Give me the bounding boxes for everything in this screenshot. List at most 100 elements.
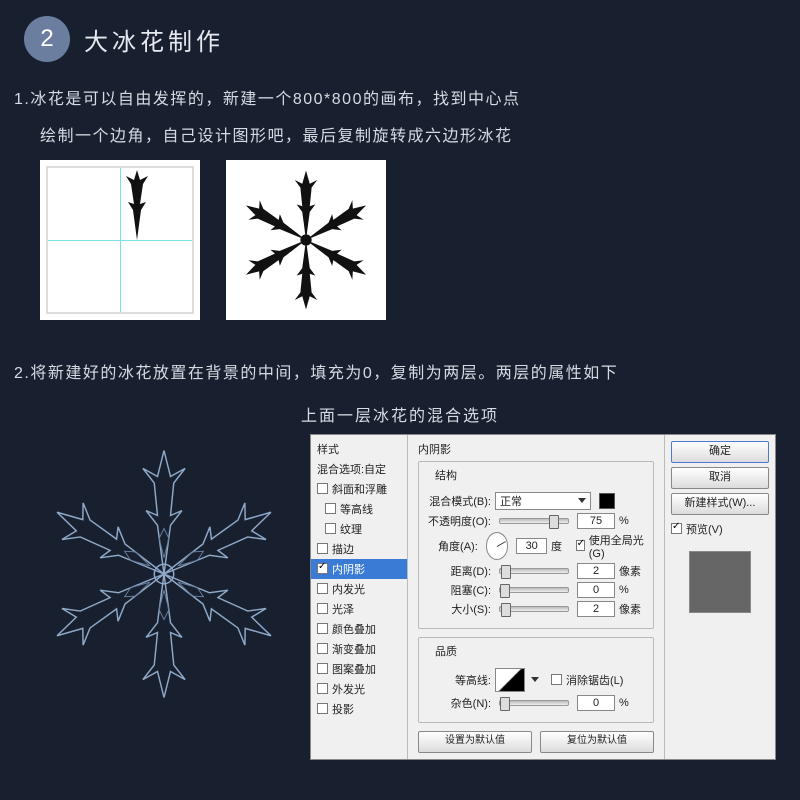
style-checkbox[interactable] [317, 603, 328, 614]
angle-value[interactable]: 30 [516, 538, 547, 554]
global-light-label: 使用全局光(G) [589, 532, 645, 560]
style-item-光泽[interactable]: 光泽 [311, 599, 407, 619]
blend-mode-combo[interactable]: 正常 [495, 492, 591, 510]
noise-slider[interactable] [499, 700, 569, 706]
blend-mode-value: 正常 [500, 493, 522, 509]
distance-value[interactable]: 2 [577, 563, 615, 579]
contour-swatch[interactable] [495, 668, 525, 692]
style-item-label: 描边 [332, 541, 354, 557]
blend-options-row[interactable]: 混合选项:自定 [311, 459, 407, 479]
style-checkbox[interactable] [317, 683, 328, 694]
opacity-label: 不透明度(O): [427, 513, 491, 529]
make-default-button[interactable]: 设置为默认值 [418, 731, 532, 753]
style-item-label: 纹理 [340, 521, 362, 537]
rendered-snowflake-preview [24, 434, 304, 714]
style-checkbox[interactable] [317, 663, 328, 674]
style-item-图案叠加[interactable]: 图案叠加 [311, 659, 407, 679]
size-slider[interactable] [499, 606, 569, 612]
preview-swatch [689, 551, 751, 613]
structure-group-title: 结构 [431, 467, 461, 483]
color-swatch[interactable] [599, 493, 615, 509]
preview-label: 预览(V) [686, 521, 723, 537]
style-checkbox[interactable] [325, 523, 336, 534]
chevron-down-icon[interactable] [531, 677, 539, 682]
style-item-label: 内发光 [332, 581, 365, 597]
distance-unit: 像素 [619, 563, 645, 579]
style-item-内发光[interactable]: 内发光 [311, 579, 407, 599]
paragraph-2: 2.将新建好的冰花放置在背景的中间，填充为0，复制为两层。两层的属性如下 [14, 360, 776, 387]
size-value[interactable]: 2 [577, 601, 615, 617]
style-item-颜色叠加[interactable]: 颜色叠加 [311, 619, 407, 639]
style-item-内阴影[interactable]: 内阴影 [311, 559, 407, 579]
style-item-label: 等高线 [340, 501, 373, 517]
snowflake-single-arm [120, 170, 154, 240]
style-item-label: 渐变叠加 [332, 641, 376, 657]
style-item-描边[interactable]: 描边 [311, 539, 407, 559]
thumbnail-snowflake-full [226, 160, 386, 320]
angle-dial[interactable] [486, 532, 509, 560]
style-item-label: 图案叠加 [332, 661, 376, 677]
opacity-unit: % [619, 515, 645, 527]
style-item-等高线[interactable]: 等高线 [311, 499, 407, 519]
style-item-外发光[interactable]: 外发光 [311, 679, 407, 699]
style-item-label: 内阴影 [332, 561, 365, 577]
size-unit: 像素 [619, 601, 645, 617]
opacity-value[interactable]: 75 [577, 513, 615, 529]
cancel-button[interactable]: 取消 [671, 467, 769, 489]
size-label: 大小(S): [427, 601, 491, 617]
snowflake-black-icon [231, 165, 381, 315]
paragraph-1-line-2: 绘制一个边角，自己设计图形吧，最后复制旋转成六边形冰花 [40, 123, 776, 150]
style-checkbox[interactable] [317, 563, 328, 574]
style-item-label: 投影 [332, 701, 354, 717]
quality-group-title: 品质 [431, 643, 461, 659]
section-title: 大冰花制作 [84, 22, 224, 57]
choke-label: 阻塞(C): [427, 582, 491, 598]
angle-unit: 度 [551, 538, 572, 554]
antialias-checkbox[interactable] [551, 674, 562, 685]
style-item-label: 外发光 [332, 681, 365, 697]
noise-unit: % [619, 697, 645, 709]
styles-header: 样式 [311, 439, 407, 459]
panel-title: 内阴影 [418, 441, 654, 457]
distance-slider[interactable] [499, 568, 569, 574]
caption-blend-options: 上面一层冰花的混合选项 [24, 402, 776, 426]
dialog-actions-panel: 确定 取消 新建样式(W)... 预览(V) [664, 435, 775, 759]
style-item-label: 光泽 [332, 601, 354, 617]
step-badge: 2 [24, 16, 70, 62]
angle-label: 角度(A): [427, 538, 478, 554]
chevron-down-icon [578, 498, 586, 503]
style-checkbox[interactable] [317, 703, 328, 714]
contour-label: 等高线: [427, 672, 491, 688]
reset-default-button[interactable]: 复位为默认值 [540, 731, 654, 753]
new-style-button[interactable]: 新建样式(W)... [671, 493, 769, 515]
antialias-label: 消除锯齿(L) [566, 672, 623, 688]
layer-style-dialog: 样式 混合选项:自定 斜面和浮雕等高线纹理描边内阴影内发光光泽颜色叠加渐变叠加图… [310, 434, 776, 760]
style-item-label: 斜面和浮雕 [332, 481, 387, 497]
global-light-checkbox[interactable] [576, 540, 585, 551]
style-checkbox[interactable] [317, 483, 328, 494]
style-checkbox[interactable] [317, 623, 328, 634]
style-checkbox[interactable] [325, 503, 336, 514]
opacity-slider[interactable] [499, 518, 569, 524]
paragraph-1-line-1: 1.冰花是可以自由发挥的，新建一个800*800的画布，找到中心点 [14, 86, 776, 113]
style-list-panel: 样式 混合选项:自定 斜面和浮雕等高线纹理描边内阴影内发光光泽颜色叠加渐变叠加图… [311, 435, 408, 759]
style-item-投影[interactable]: 投影 [311, 699, 407, 719]
style-item-纹理[interactable]: 纹理 [311, 519, 407, 539]
ok-button[interactable]: 确定 [671, 441, 769, 463]
thumbnail-canvas-guides [40, 160, 200, 320]
style-checkbox[interactable] [317, 583, 328, 594]
choke-unit: % [619, 584, 645, 596]
style-item-渐变叠加[interactable]: 渐变叠加 [311, 639, 407, 659]
style-item-label: 颜色叠加 [332, 621, 376, 637]
choke-slider[interactable] [499, 587, 569, 593]
style-item-斜面和浮雕[interactable]: 斜面和浮雕 [311, 479, 407, 499]
distance-label: 距离(D): [427, 563, 491, 579]
settings-panel: 内阴影 结构 混合模式(B): 正常 不透明度(O): 75 [408, 435, 664, 759]
noise-label: 杂色(N): [427, 695, 491, 711]
style-checkbox[interactable] [317, 643, 328, 654]
style-checkbox[interactable] [317, 543, 328, 554]
choke-value[interactable]: 0 [577, 582, 615, 598]
noise-value[interactable]: 0 [577, 695, 615, 711]
preview-checkbox[interactable] [671, 523, 682, 534]
blend-mode-label: 混合模式(B): [427, 493, 491, 509]
